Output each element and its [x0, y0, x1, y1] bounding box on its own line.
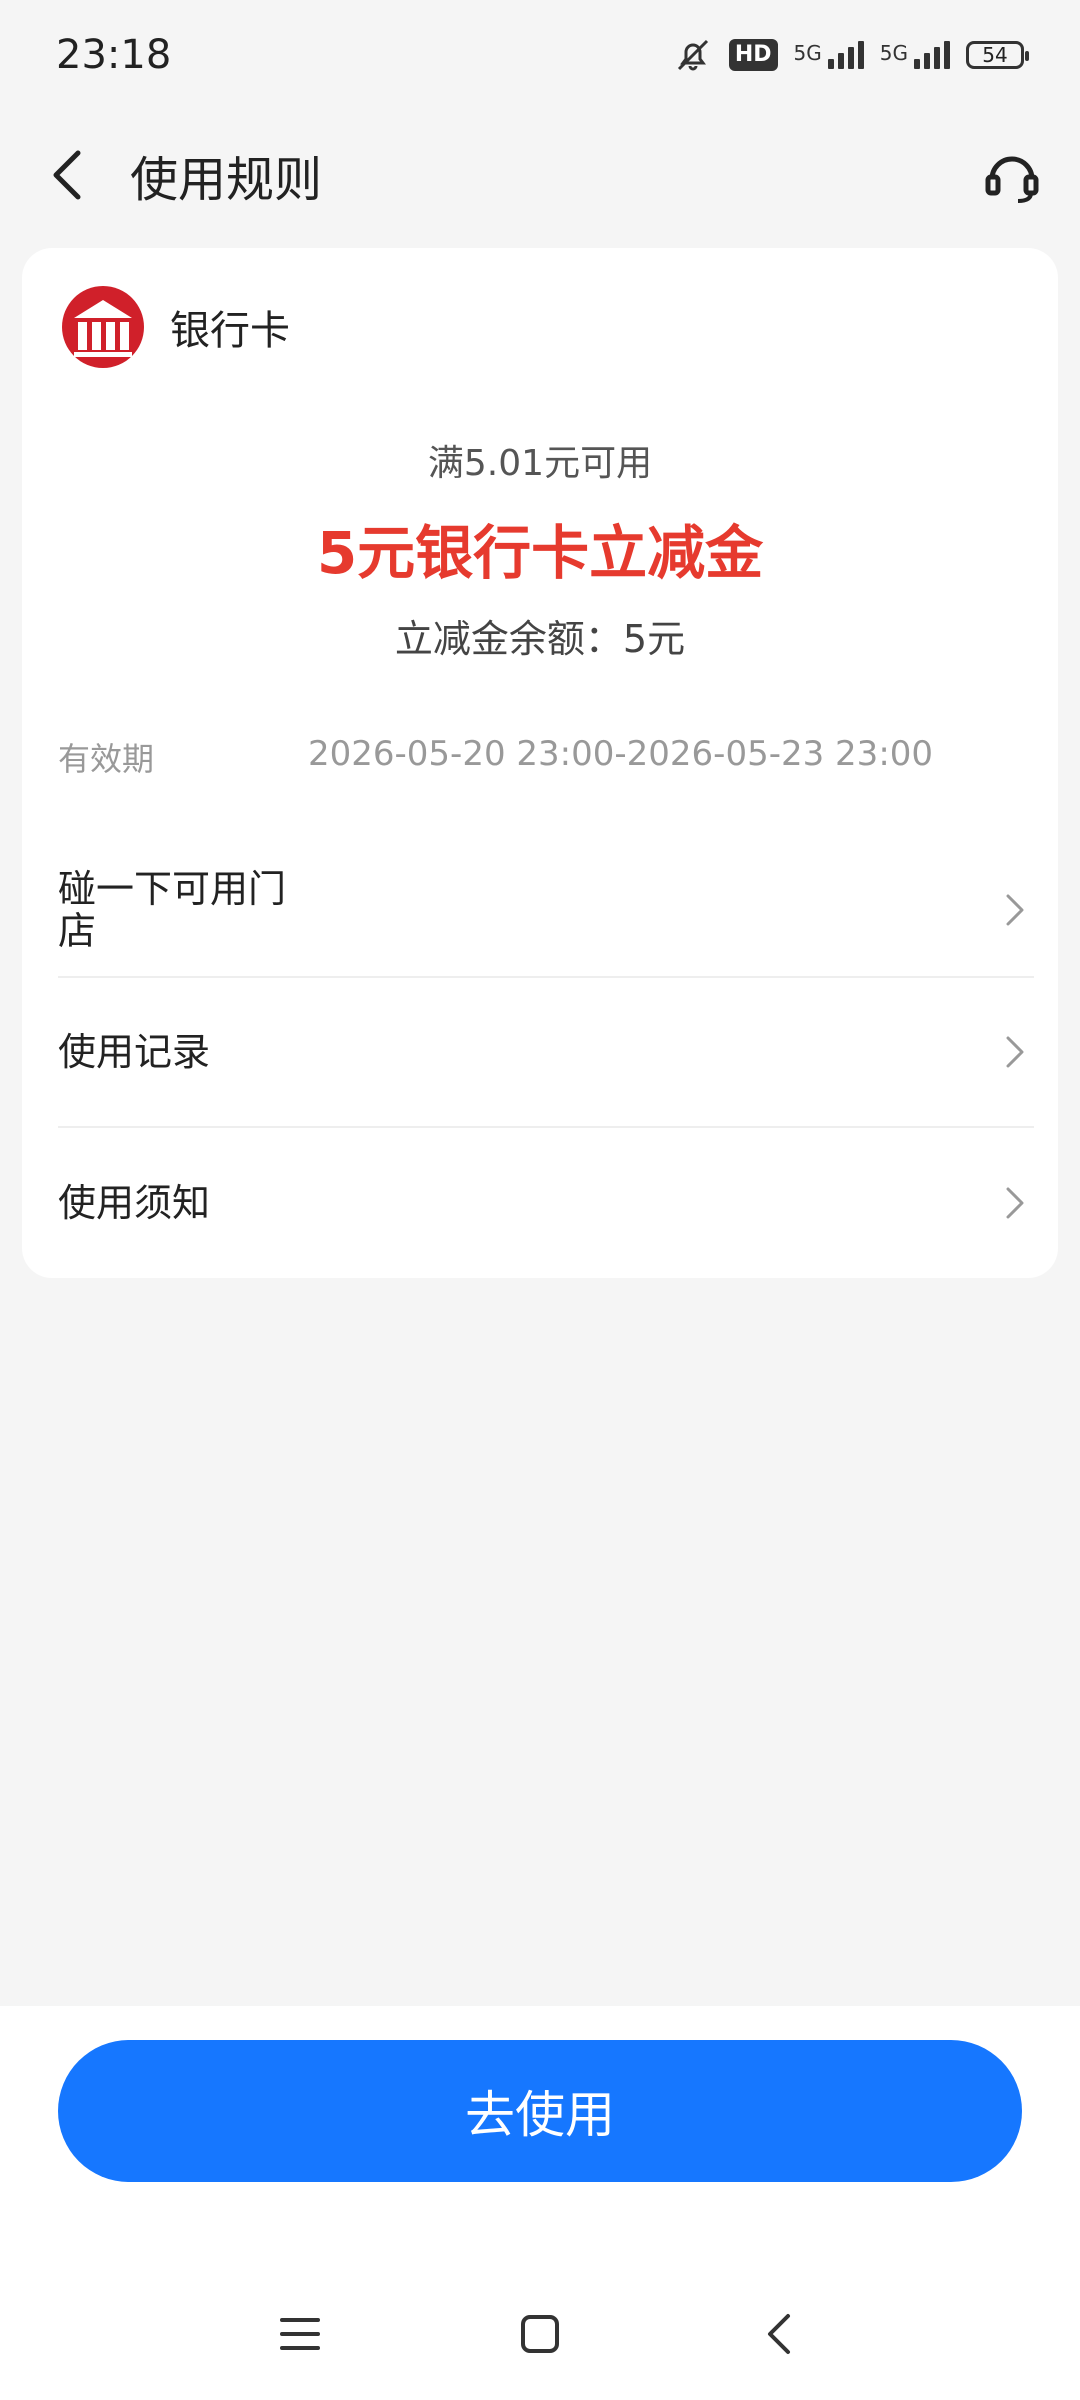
- home-button[interactable]: [490, 2294, 590, 2374]
- home-square-icon: [521, 2315, 559, 2353]
- usage-threshold: 满5.01元可用: [427, 443, 653, 484]
- signal-icon-2: 5G: [880, 41, 950, 69]
- menu-icon: [280, 2318, 320, 2350]
- system-back-button[interactable]: [730, 2294, 830, 2374]
- row-label: 使用须知: [58, 1181, 211, 1225]
- use-now-button[interactable]: 去使用: [58, 2040, 1022, 2182]
- voucher-balance: 立减金余额：5元: [394, 617, 686, 661]
- row-label: 碰一下可用门店: [58, 867, 287, 953]
- back-arrow-icon: [53, 150, 81, 200]
- chevron-right-icon: [1006, 894, 1024, 926]
- system-nav-bar: [0, 2284, 1080, 2384]
- bottom-action-area: 去使用: [0, 2006, 1080, 2400]
- row-nearby-stores[interactable]: 碰一下可用门店: [58, 844, 1034, 978]
- hd-badge: HD: [728, 39, 778, 71]
- bank-logo-icon: [62, 286, 144, 368]
- validity-label: 有效期: [58, 740, 155, 778]
- signal-label-2: 5G: [879, 41, 908, 65]
- battery-icon: 54: [966, 41, 1029, 69]
- mute-bell-icon: [677, 39, 708, 71]
- status-bar: 23:18 HD 5G 5G 54: [0, 0, 1080, 110]
- status-icons: HD 5G 5G 54: [673, 35, 1029, 75]
- customer-service-button[interactable]: [972, 135, 1052, 215]
- page-title: 使用规则: [130, 152, 323, 208]
- bank-name: 银行卡: [170, 308, 290, 354]
- card-header: 银行卡: [60, 284, 290, 370]
- row-label: 使用记录: [58, 1030, 211, 1074]
- row-usage-records[interactable]: 使用记录: [58, 978, 1034, 1128]
- menu-button[interactable]: [250, 2294, 350, 2374]
- status-time: 23:18: [56, 32, 172, 78]
- back-triangle-icon: [768, 2314, 790, 2354]
- voucher-title: 5元银行卡立减金: [316, 519, 764, 587]
- chevron-right-icon: [1006, 1036, 1024, 1068]
- signal-icon-1: 5G: [794, 41, 864, 69]
- row-usage-notice[interactable]: 使用须知: [58, 1128, 1034, 1278]
- headset-icon: [985, 156, 1039, 203]
- signal-label-1: 5G: [793, 41, 822, 65]
- nav-bar: 使用规则: [0, 110, 1080, 240]
- chevron-right-icon: [1006, 1187, 1024, 1219]
- validity-value: 2026-05-20 23:00-2026-05-23 23:00: [308, 734, 934, 774]
- back-button[interactable]: [28, 135, 108, 215]
- voucher-card: 银行卡 满5.01元可用 5元银行卡立减金 立减金余额：5元 有效期 2026-…: [22, 248, 1058, 1278]
